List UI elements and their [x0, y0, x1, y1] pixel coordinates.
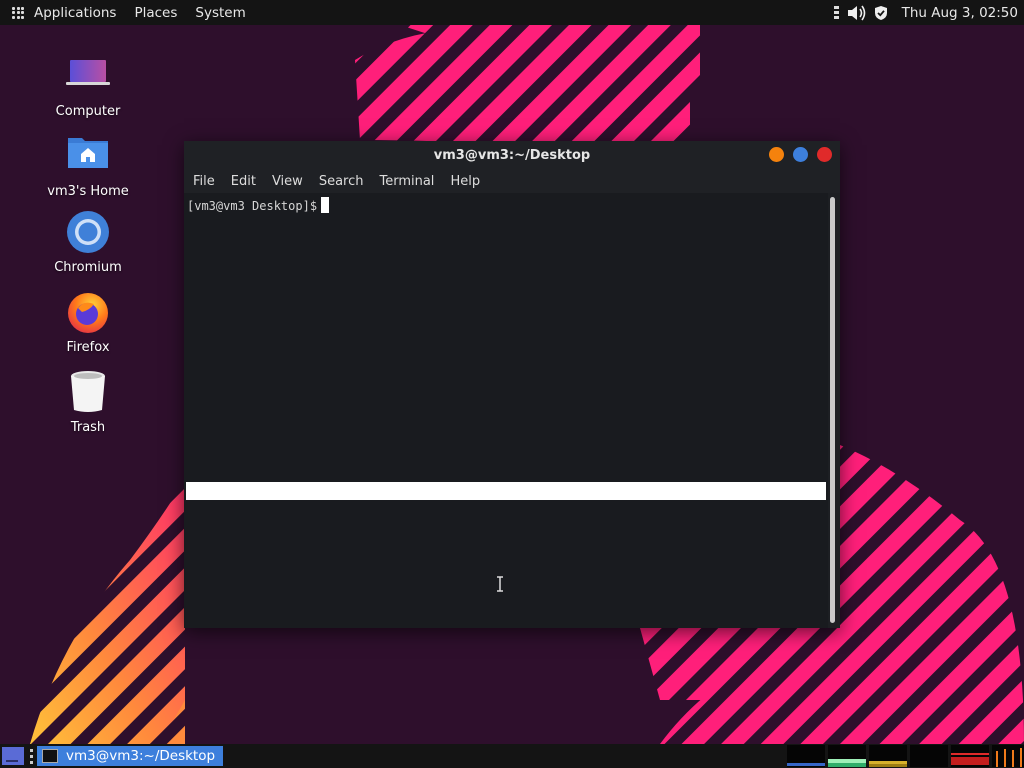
bottom-panel: vm3@vm3:~/Desktop: [0, 744, 1024, 768]
terminal-titlebar[interactable]: vm3@vm3:~/Desktop: [184, 141, 840, 169]
desktop-icon-label: Firefox: [66, 340, 110, 355]
taskbar-item-terminal[interactable]: vm3@vm3:~/Desktop: [37, 746, 224, 766]
text-cursor: [321, 197, 330, 213]
desktop-icon-home[interactable]: vm3's Home: [38, 132, 138, 199]
volume-icon[interactable]: [846, 4, 868, 22]
prompt-text: [vm3@vm3 Desktop]$: [187, 199, 318, 213]
terminal-scrollbar[interactable]: [830, 197, 835, 623]
system-tray: Thu Aug 3, 02:50: [833, 0, 1024, 25]
menu-terminal[interactable]: Terminal: [379, 174, 434, 189]
show-desktop-button[interactable]: [2, 747, 24, 765]
desktop-icon-label: Chromium: [54, 260, 122, 275]
disk-monitor[interactable]: [992, 745, 1024, 767]
panel-handle-icon[interactable]: [30, 748, 33, 764]
selection-bar: [186, 482, 826, 500]
top-panel: Applications Places System Thu Aug 3, 02…: [0, 0, 1024, 25]
cpu-monitor[interactable]: [787, 745, 825, 767]
desktop-icon-label: Computer: [55, 104, 121, 119]
trash-icon: [64, 368, 112, 416]
desktop-icon-firefox[interactable]: Firefox: [38, 288, 138, 355]
computer-icon: [64, 52, 112, 100]
network-monitor[interactable]: [869, 745, 907, 767]
close-button[interactable]: [817, 147, 832, 162]
terminal-window[interactable]: vm3@vm3:~/Desktop File Edit View Search …: [184, 141, 840, 628]
home-folder-icon: [64, 132, 112, 180]
terminal-content[interactable]: [vm3@vm3 Desktop]$: [184, 193, 828, 628]
shield-icon[interactable]: [874, 5, 888, 21]
menu-help[interactable]: Help: [450, 174, 480, 189]
menu-search[interactable]: Search: [319, 174, 364, 189]
terminal-menubar: File Edit View Search Terminal Help: [184, 169, 840, 193]
system-monitors: [784, 744, 1024, 768]
terminal-icon: [42, 749, 58, 763]
clock[interactable]: Thu Aug 3, 02:50: [902, 5, 1018, 21]
menu-system[interactable]: System: [195, 5, 245, 21]
memory-monitor[interactable]: [828, 745, 866, 767]
menu-view[interactable]: View: [272, 174, 303, 189]
menu-applications[interactable]: Applications: [34, 5, 116, 21]
ibeam-cursor-icon: [497, 576, 503, 592]
minimize-button[interactable]: [769, 147, 784, 162]
maximize-button[interactable]: [793, 147, 808, 162]
window-title: vm3@vm3:~/Desktop: [433, 147, 591, 163]
load-monitor[interactable]: [951, 745, 989, 767]
chromium-icon: [64, 208, 112, 256]
desktop-icon-trash[interactable]: Trash: [38, 368, 138, 435]
desktop-icon-label: vm3's Home: [47, 184, 129, 199]
firefox-icon: [64, 288, 112, 336]
desktop-icon-label: Trash: [70, 420, 106, 435]
taskbar-item-label: vm3@vm3:~/Desktop: [66, 748, 216, 764]
desktop-icon-computer[interactable]: Computer: [38, 52, 138, 119]
apps-grid-icon[interactable]: [12, 6, 24, 19]
swap-monitor[interactable]: [910, 745, 948, 767]
terminal-prompt: [vm3@vm3 Desktop]$: [187, 197, 330, 213]
menu-edit[interactable]: Edit: [231, 174, 256, 189]
grip-icon[interactable]: [833, 5, 840, 21]
desktop-icon-chromium[interactable]: Chromium: [38, 208, 138, 275]
menu-file[interactable]: File: [193, 174, 215, 189]
menu-places[interactable]: Places: [134, 5, 177, 21]
